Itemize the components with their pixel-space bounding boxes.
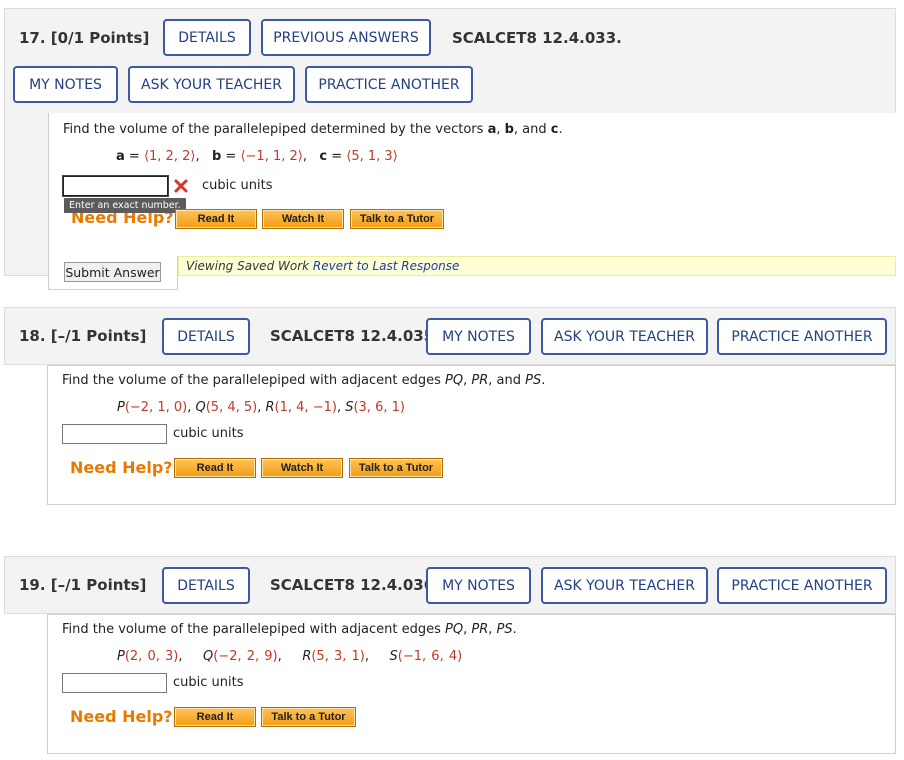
q18-answer-input[interactable] <box>62 424 167 444</box>
q19-points: P(2, 0, 3), Q(−2, 2, 9), R(5, 3, 1), S(−… <box>117 649 463 664</box>
q19-practice-another-button[interactable]: PRACTICE ANOTHER <box>717 567 887 604</box>
q19-title: 19. [–/1 Points] <box>19 576 147 594</box>
q19-ask-teacher-button[interactable]: ASK YOUR TEACHER <box>541 567 708 604</box>
q19-answer-input[interactable] <box>62 673 167 693</box>
q18-problem-code: SCALCET8 12.4.035. <box>270 327 440 345</box>
q18-points: P(−2, 1, 0), Q(5, 4, 5), R(1, 4, −1), S(… <box>117 400 405 415</box>
q17-read-it-button[interactable]: Read It <box>175 209 257 229</box>
q17-talk-tutor-button[interactable]: Talk to a Tutor <box>350 209 444 229</box>
q18-need-help: Need Help? <box>70 458 173 477</box>
q19-need-help: Need Help? <box>70 707 173 726</box>
q19-talk-tutor-button[interactable]: Talk to a Tutor <box>261 707 356 727</box>
q18-units: cubic units <box>173 426 244 441</box>
q17-saved-work-notice: Viewing Saved Work Revert to Last Respon… <box>178 256 896 276</box>
q19-my-notes-button[interactable]: MY NOTES <box>426 567 531 604</box>
q17-previous-answers-button[interactable]: PREVIOUS ANSWERS <box>261 19 431 56</box>
q17-units: cubic units <box>202 178 273 193</box>
q17-body-bg <box>48 113 896 276</box>
q18-details-button[interactable]: DETAILS <box>162 318 250 355</box>
q17-watch-it-button[interactable]: Watch It <box>262 209 344 229</box>
q17-vectors: a = ⟨1, 2, 2⟩, b = ⟨−1, 1, 2⟩, c = ⟨5, 1… <box>116 149 398 164</box>
q18-practice-another-button[interactable]: PRACTICE ANOTHER <box>717 318 887 355</box>
q19-prompt: Find the volume of the parallelepiped wi… <box>62 622 517 637</box>
submit-answer-button[interactable]: Submit Answer <box>64 262 161 282</box>
q18-read-it-button[interactable]: Read It <box>174 458 256 478</box>
q17-details-button[interactable]: DETAILS <box>163 19 251 56</box>
q18-prompt: Find the volume of the parallelepiped wi… <box>62 373 546 388</box>
q17-answer-input[interactable] <box>62 175 169 197</box>
q17-practice-another-button[interactable]: PRACTICE ANOTHER <box>305 66 473 103</box>
revert-link[interactable]: Revert to Last Response <box>313 259 460 273</box>
q18-my-notes-button[interactable]: MY NOTES <box>426 318 531 355</box>
q19-units: cubic units <box>173 675 244 690</box>
q17-ask-teacher-button[interactable]: ASK YOUR TEACHER <box>128 66 295 103</box>
q18-title: 18. [–/1 Points] <box>19 327 147 345</box>
q17-my-notes-button[interactable]: MY NOTES <box>13 66 118 103</box>
q18-watch-it-button[interactable]: Watch It <box>261 458 343 478</box>
q17-tooltip: Enter an exact number. <box>64 198 186 213</box>
q19-details-button[interactable]: DETAILS <box>162 567 250 604</box>
q19-problem-code: SCALCET8 12.4.036. <box>270 576 440 594</box>
q18-talk-tutor-button[interactable]: Talk to a Tutor <box>349 458 443 478</box>
q19-read-it-button[interactable]: Read It <box>174 707 256 727</box>
q17-problem-code: SCALCET8 12.4.033. <box>452 29 622 47</box>
q17-title: 17. [0/1 Points] <box>19 29 150 47</box>
incorrect-x-icon <box>174 179 188 193</box>
q17-prompt: Find the volume of the parallelepiped de… <box>63 122 563 137</box>
q18-ask-teacher-button[interactable]: ASK YOUR TEACHER <box>541 318 708 355</box>
